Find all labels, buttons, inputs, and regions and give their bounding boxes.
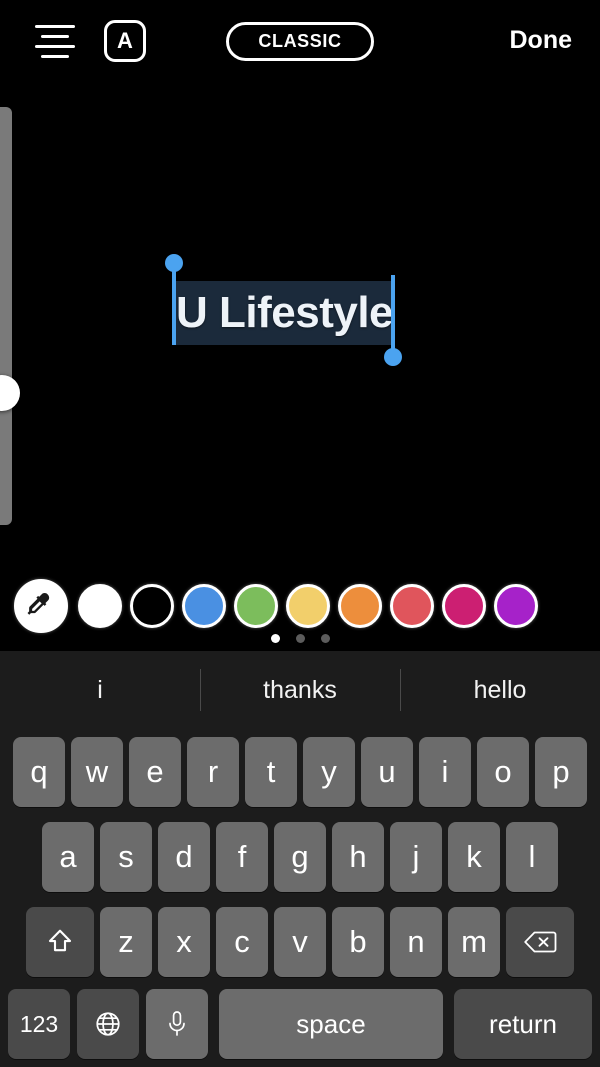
shift-key[interactable] xyxy=(26,906,94,977)
color-palette xyxy=(0,578,600,634)
story-text-editor: A CLASSIC Done U Lifestyle i thanks hell… xyxy=(0,0,600,1067)
globe-key[interactable] xyxy=(77,989,139,1059)
key-l[interactable]: l xyxy=(506,821,558,892)
text-size-slider[interactable] xyxy=(0,107,20,525)
selected-text-block[interactable]: U Lifestyle xyxy=(165,254,403,366)
keyboard-row-4: 123 space return xyxy=(0,984,600,1064)
key-q[interactable]: q xyxy=(13,736,65,807)
selection-handle-end[interactable] xyxy=(384,275,403,366)
eyedropper-icon xyxy=(27,593,50,615)
return-key[interactable]: return xyxy=(454,989,592,1059)
backspace-key[interactable] xyxy=(506,906,574,977)
numbers-key[interactable]: 123 xyxy=(8,989,70,1059)
color-swatch-white[interactable] xyxy=(78,584,122,628)
story-text-value: U Lifestyle xyxy=(176,288,394,337)
palette-page-indicator xyxy=(0,634,600,643)
align-line xyxy=(35,44,75,48)
key-z[interactable]: z xyxy=(100,906,152,977)
color-swatch-red[interactable] xyxy=(390,584,434,628)
color-swatch-pink[interactable] xyxy=(442,584,486,628)
key-w[interactable]: w xyxy=(71,736,123,807)
color-swatch-orange[interactable] xyxy=(338,584,382,628)
key-o[interactable]: o xyxy=(477,736,529,807)
text-background-button[interactable]: A xyxy=(104,20,146,62)
key-n[interactable]: n xyxy=(390,906,442,977)
dictation-key[interactable] xyxy=(146,989,208,1059)
key-m[interactable]: m xyxy=(448,906,500,977)
suggestion-2[interactable]: thanks xyxy=(200,651,400,729)
suggestion-1[interactable]: i xyxy=(0,651,200,729)
page-dot-3[interactable] xyxy=(320,634,330,643)
backspace-delete-icon xyxy=(524,931,557,952)
color-swatch-green[interactable] xyxy=(234,584,278,628)
key-r[interactable]: r xyxy=(187,736,239,807)
selection-handle-knob xyxy=(384,348,403,366)
key-g[interactable]: g xyxy=(274,821,326,892)
key-x[interactable]: x xyxy=(158,906,210,977)
suggestion-3[interactable]: hello xyxy=(400,651,600,729)
suggestion-bar: i thanks hello xyxy=(0,651,600,729)
key-b[interactable]: b xyxy=(332,906,384,977)
selection-handle-start[interactable] xyxy=(165,254,183,345)
key-v[interactable]: v xyxy=(274,906,326,977)
color-swatch-blue[interactable] xyxy=(182,584,226,628)
page-dot-2[interactable] xyxy=(295,634,305,643)
color-swatch-purple[interactable] xyxy=(494,584,538,628)
key-a[interactable]: a xyxy=(42,821,94,892)
keyboard-row-2: a s d f g h j k l xyxy=(0,814,600,899)
key-p[interactable]: p xyxy=(535,736,587,807)
key-s[interactable]: s xyxy=(100,821,152,892)
space-key[interactable]: space xyxy=(219,989,443,1059)
key-i[interactable]: i xyxy=(419,736,471,807)
keyboard-row-3: z x c v b n m xyxy=(0,899,600,984)
align-line xyxy=(41,34,69,38)
align-line xyxy=(35,24,75,28)
key-t[interactable]: t xyxy=(245,736,297,807)
key-y[interactable]: y xyxy=(303,736,355,807)
key-e[interactable]: e xyxy=(129,736,181,807)
eyedropper-button[interactable] xyxy=(14,579,68,633)
on-screen-keyboard: i thanks hello q w e r t y u i o p a s d… xyxy=(0,651,600,1067)
key-h[interactable]: h xyxy=(332,821,384,892)
slider-thumb[interactable] xyxy=(0,375,20,411)
align-line xyxy=(41,54,69,58)
text-align-center-icon[interactable] xyxy=(32,22,78,60)
key-u[interactable]: u xyxy=(361,736,413,807)
key-f[interactable]: f xyxy=(216,821,268,892)
story-canvas[interactable]: U Lifestyle xyxy=(0,85,600,560)
color-swatch-yellow[interactable] xyxy=(286,584,330,628)
key-j[interactable]: j xyxy=(390,821,442,892)
page-dot-1[interactable] xyxy=(270,634,280,643)
shift-arrow-icon xyxy=(48,929,72,951)
microphone-icon xyxy=(169,1011,185,1036)
done-button[interactable]: Done xyxy=(502,22,581,59)
keyboard-row-1: q w e r t y u i o p xyxy=(0,729,600,814)
font-style-button[interactable]: CLASSIC xyxy=(226,22,374,61)
key-k[interactable]: k xyxy=(448,821,500,892)
globe-language-icon xyxy=(96,1012,120,1036)
color-swatch-black[interactable] xyxy=(130,584,174,628)
key-c[interactable]: c xyxy=(216,906,268,977)
selection-handle-knob xyxy=(165,254,183,272)
slider-track xyxy=(0,107,12,525)
top-toolbar: A CLASSIC Done xyxy=(0,0,600,85)
font-style-label: CLASSIC xyxy=(258,31,342,51)
text-overlay[interactable]: U Lifestyle xyxy=(165,254,403,366)
key-d[interactable]: d xyxy=(158,821,210,892)
letter-box-label: A xyxy=(117,27,133,53)
